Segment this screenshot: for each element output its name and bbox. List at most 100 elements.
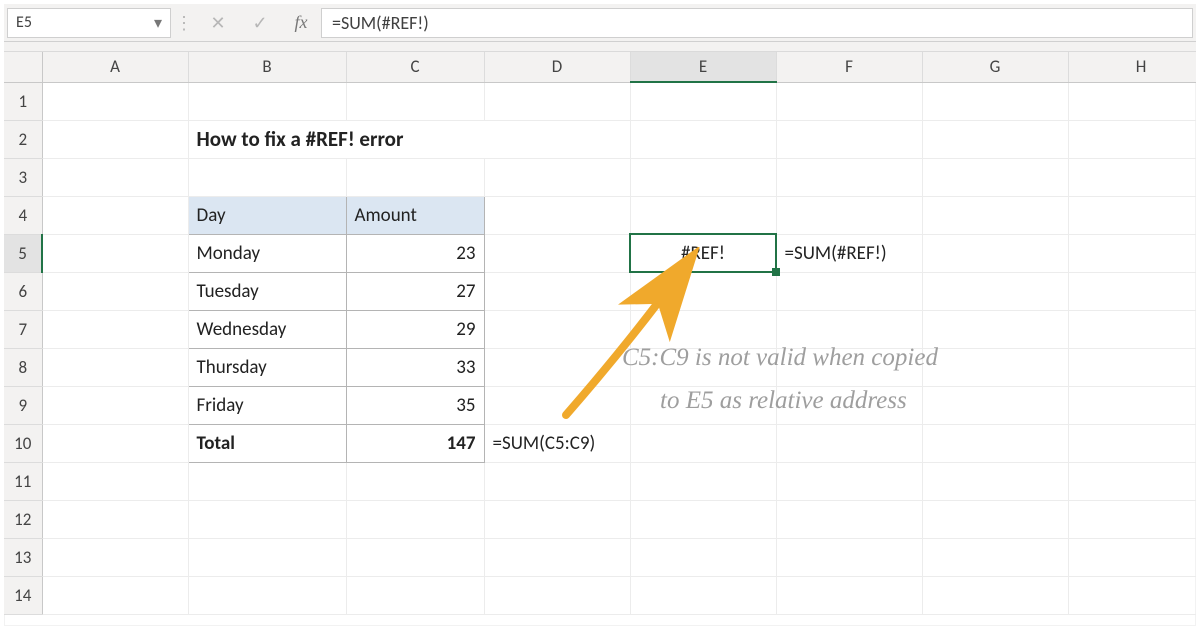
col-header[interactable]: F — [776, 52, 922, 82]
cell[interactable] — [922, 310, 1068, 348]
table-cell-day[interactable]: Thursday — [188, 348, 346, 386]
cell[interactable] — [776, 82, 922, 120]
col-header[interactable]: B — [188, 52, 346, 82]
cell[interactable] — [630, 500, 776, 538]
cell[interactable] — [1068, 310, 1196, 348]
cell[interactable] — [922, 272, 1068, 310]
cell[interactable] — [1068, 348, 1196, 386]
cell[interactable] — [922, 196, 1068, 234]
cell[interactable] — [922, 500, 1068, 538]
cell[interactable] — [42, 386, 188, 424]
col-header-active[interactable]: E — [630, 52, 776, 82]
dropdown-icon[interactable]: ▾ — [146, 13, 170, 33]
cell[interactable] — [1068, 272, 1196, 310]
fx-icon[interactable]: fx — [281, 12, 321, 33]
row-header[interactable]: 7 — [4, 310, 42, 348]
cell[interactable] — [188, 500, 346, 538]
row-header[interactable]: 4 — [4, 196, 42, 234]
cell[interactable] — [630, 82, 776, 120]
cell[interactable] — [922, 234, 1068, 272]
cell[interactable] — [42, 272, 188, 310]
table-cell-day[interactable]: Wednesday — [188, 310, 346, 348]
cell[interactable] — [776, 462, 922, 500]
cell[interactable] — [922, 348, 1068, 386]
cell[interactable] — [188, 462, 346, 500]
cell[interactable] — [42, 500, 188, 538]
cell[interactable] — [1068, 386, 1196, 424]
name-box[interactable]: E5 ▾ — [7, 8, 171, 38]
cell[interactable] — [42, 424, 188, 462]
table-header-amount[interactable]: Amount — [346, 196, 484, 234]
row-header[interactable]: 12 — [4, 500, 42, 538]
cell[interactable] — [922, 82, 1068, 120]
row-header[interactable]: 8 — [4, 348, 42, 386]
col-header[interactable]: G — [922, 52, 1068, 82]
cell[interactable] — [42, 120, 188, 158]
cell[interactable] — [484, 348, 630, 386]
cell[interactable] — [922, 538, 1068, 576]
cell[interactable] — [42, 348, 188, 386]
cell[interactable] — [484, 386, 630, 424]
table-total-label[interactable]: Total — [188, 424, 346, 462]
cell[interactable] — [484, 272, 630, 310]
col-header[interactable]: A — [42, 52, 188, 82]
accept-formula-button[interactable]: ✓ — [239, 12, 281, 34]
cell[interactable] — [776, 120, 922, 158]
table-cell-amount[interactable]: 27 — [346, 272, 484, 310]
cell[interactable] — [484, 462, 630, 500]
cell[interactable] — [42, 82, 188, 120]
cell[interactable] — [484, 538, 630, 576]
cell[interactable] — [1068, 158, 1196, 196]
cancel-formula-button[interactable]: ✕ — [197, 12, 239, 34]
cell[interactable] — [484, 500, 630, 538]
cell[interactable] — [1068, 424, 1196, 462]
row-header[interactable]: 3 — [4, 158, 42, 196]
row-header[interactable]: 13 — [4, 538, 42, 576]
cell[interactable] — [922, 576, 1068, 614]
cell[interactable] — [42, 196, 188, 234]
cell[interactable] — [42, 462, 188, 500]
cell[interactable] — [630, 462, 776, 500]
cell[interactable] — [1068, 462, 1196, 500]
cell[interactable] — [484, 196, 630, 234]
cell[interactable] — [922, 158, 1068, 196]
table-cell-day[interactable]: Monday — [188, 234, 346, 272]
table-cell-day[interactable]: Tuesday — [188, 272, 346, 310]
cell[interactable] — [922, 462, 1068, 500]
cell[interactable] — [1068, 82, 1196, 120]
cell[interactable] — [776, 424, 922, 462]
cell[interactable] — [346, 500, 484, 538]
cell[interactable] — [1068, 538, 1196, 576]
row-header[interactable]: 1 — [4, 82, 42, 120]
cell[interactable] — [484, 310, 630, 348]
cell[interactable] — [630, 576, 776, 614]
spreadsheet-grid[interactable]: A B C D E F G H 1 2 How to fix a #REF! e… — [4, 52, 1196, 626]
cell[interactable] — [42, 234, 188, 272]
col-header[interactable]: H — [1068, 52, 1196, 82]
table-cell-day[interactable]: Friday — [188, 386, 346, 424]
cell[interactable] — [346, 462, 484, 500]
cell[interactable] — [776, 576, 922, 614]
row-header[interactable]: 2 — [4, 120, 42, 158]
active-cell[interactable]: #REF! — [630, 234, 776, 272]
cell[interactable] — [776, 158, 922, 196]
row-header[interactable]: 9 — [4, 386, 42, 424]
cell[interactable] — [922, 424, 1068, 462]
cell[interactable] — [1068, 196, 1196, 234]
cell[interactable] — [346, 576, 484, 614]
cell[interactable] — [346, 158, 484, 196]
cell[interactable] — [188, 538, 346, 576]
cell[interactable] — [484, 158, 630, 196]
table-cell-amount[interactable]: 29 — [346, 310, 484, 348]
cell[interactable] — [776, 500, 922, 538]
table-total-value[interactable]: 147 — [346, 424, 484, 462]
cell[interactable] — [188, 82, 346, 120]
table-cell-amount[interactable]: 33 — [346, 348, 484, 386]
select-all-button[interactable] — [4, 52, 42, 82]
row-header[interactable]: 14 — [4, 576, 42, 614]
row-header[interactable]: 6 — [4, 272, 42, 310]
cell[interactable] — [630, 196, 776, 234]
cell[interactable] — [922, 386, 1068, 424]
cell[interactable] — [1068, 576, 1196, 614]
row-header-active[interactable]: 5 — [4, 234, 42, 272]
